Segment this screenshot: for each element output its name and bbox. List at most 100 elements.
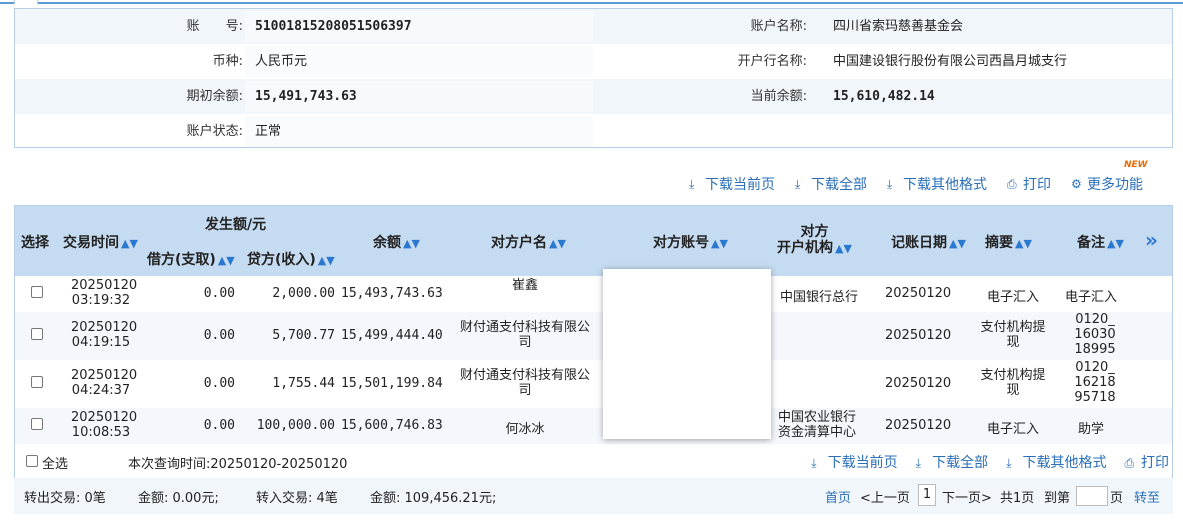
footer-download-other-button[interactable]: ⤓ 下载其他格式: [1006, 452, 1106, 472]
more-functions-button[interactable]: ⚙ 更多功能: [1071, 174, 1143, 194]
footer-toolbar: ⤓ 下载当前页 ⤓ 下载全部 ⤓ 下载其他格式 ⎙ 打印: [811, 452, 1169, 472]
download-other-label: 下载其他格式: [903, 177, 987, 193]
summary-bar: 转出交易: 0笔 金额: 0.00元; 转入交易: 4笔 金额: 109,456…: [14, 478, 1173, 514]
next-page-link[interactable]: 下一页>: [942, 487, 992, 506]
header-balance[interactable]: 余额 ▲▼: [373, 232, 420, 252]
redaction-box: [603, 269, 771, 439]
table-row[interactable]: 20250120 10:08:53 0.00 100,000.00 15,600,…: [15, 408, 1172, 444]
header-select: 选择: [21, 235, 49, 251]
table-row[interactable]: 20250120 04:24:37 0.00 1,755.44 15,501,19…: [15, 360, 1172, 408]
counterparty-name-line1: 崔鑫: [511, 278, 538, 293]
credit-amount: 2,000.00: [272, 286, 335, 301]
footer-download-all-button[interactable]: ⤓ 下载全部: [916, 452, 988, 472]
download-icon: ⤓: [795, 177, 801, 191]
bank-label: 开户行名称:: [737, 54, 807, 69]
header-time[interactable]: 交易时间 ▲▼: [63, 232, 138, 252]
page-unit: 页: [1110, 491, 1124, 506]
account-info-row: 期初余额: 15,491,743.63 当前余额: 15,610,482.14: [15, 79, 1172, 114]
transaction-time: 20250120 03:19:32: [71, 278, 137, 308]
balance-amount: 15,501,199.84: [341, 376, 443, 391]
sort-icon: ▲▼: [1015, 237, 1032, 250]
header-debit-label: 借方(支取): [147, 252, 216, 268]
debit-amount: 0.00: [203, 376, 235, 391]
download-other-button[interactable]: ⤓ 下载其他格式: [887, 174, 987, 194]
header-post-date[interactable]: 记账日期 ▲▼: [891, 232, 966, 252]
transaction-date: 20250120: [71, 368, 138, 383]
sort-icon: ▲▼: [835, 242, 852, 255]
total-pages: 共1页: [1000, 491, 1035, 506]
sort-icon: ▲▼: [1107, 237, 1124, 250]
remark-line3: 18995: [1074, 342, 1116, 357]
sort-icon: ▲▼: [403, 237, 420, 250]
transaction-time: 20250120 10:08:53: [71, 410, 137, 440]
select-all-label[interactable]: 全选: [42, 453, 68, 472]
opening-balance-label: 期初余额:: [186, 89, 243, 104]
counterparty-bank: 中国银行总行: [779, 290, 858, 305]
opening-balance: 15,491,743.63: [255, 89, 357, 104]
header-counterparty-bank-line1: 对方: [800, 224, 829, 240]
account-info-row: 币种: 人民币元 开户行名称: 中国建设银行股份有限公司西昌月城支行: [15, 44, 1172, 79]
header-counterparty-name[interactable]: 对方户名 ▲▼: [491, 232, 566, 252]
counterparty-name-line2: 司: [518, 383, 532, 398]
header-counterparty-account[interactable]: 对方账号 ▲▼: [653, 232, 728, 252]
debit-amount: 0.00: [203, 328, 235, 343]
footer-download-current-label: 下载当前页: [827, 455, 898, 471]
new-badge: NEW: [1124, 160, 1148, 170]
remark-line2: 16218: [1074, 375, 1116, 390]
header-credit[interactable]: 贷方(收入) ▲▼: [247, 249, 335, 269]
sort-icon: ▲▼: [711, 237, 728, 250]
post-date: 20250120: [885, 418, 952, 433]
sort-icon: ▲▼: [949, 237, 966, 250]
download-all-button[interactable]: ⤓ 下载全部: [795, 174, 867, 194]
download-current-button[interactable]: ⤓ 下载当前页: [689, 174, 775, 194]
row-checkbox[interactable]: [31, 418, 43, 430]
header-credit-label: 贷方(收入): [247, 252, 316, 268]
header-remark[interactable]: 备注 ▲▼: [1077, 232, 1124, 252]
out-amount: 金额: 0.00元;: [138, 491, 219, 506]
table-row[interactable]: 20250120 04:19:15 0.00 5,700.77 15,499,44…: [15, 312, 1172, 360]
remark-text: 电子汇入: [1064, 290, 1117, 305]
goto-label: 到第: [1044, 491, 1071, 506]
out-count: 转出交易: 0笔: [24, 491, 106, 506]
footer-download-current-button[interactable]: ⤓ 下载当前页: [811, 452, 897, 472]
counterparty-bank-line1: 中国农业银行: [777, 410, 856, 425]
header-remark-label: 备注: [1077, 235, 1105, 251]
in-amount: 金额: 109,456.21元;: [370, 491, 497, 506]
currency-label: 币种:: [212, 54, 243, 69]
post-date: 20250120: [885, 286, 952, 301]
status-label: 账户状态:: [186, 124, 243, 139]
summary-text: 电子汇入: [986, 422, 1039, 437]
counterparty-name-line1: 财付通支付科技有限公: [459, 368, 590, 383]
printer-icon: ⎙: [1124, 456, 1135, 470]
account-info-row: 账户状态: 正常: [15, 114, 1172, 149]
print-button[interactable]: ⎙ 打印: [1007, 174, 1051, 194]
row-checkbox[interactable]: [31, 376, 43, 388]
credit-amount: 1,755.44: [272, 376, 335, 391]
table-row[interactable]: 20250120 03:19:32 0.00 2,000.00 15,493,74…: [15, 276, 1172, 312]
footer-print-button[interactable]: ⎙ 打印: [1125, 452, 1169, 472]
sort-icon: ▲▼: [549, 237, 566, 250]
account-status: 正常: [255, 124, 282, 139]
balance-amount: 15,493,743.63: [341, 286, 443, 301]
download-icon: ⤓: [1006, 456, 1012, 470]
transaction-time: 20250120 04:19:15: [71, 320, 137, 350]
first-page-link[interactable]: 首页: [825, 487, 851, 506]
active-tab[interactable]: [14, 0, 38, 4]
account-no: 51001815208051506397: [255, 19, 412, 34]
row-checkbox[interactable]: [31, 286, 43, 298]
expand-columns-icon[interactable]: »: [1145, 228, 1158, 252]
transaction-clock: 10:08:53: [71, 425, 131, 440]
prev-page-link[interactable]: <上一页: [860, 487, 910, 506]
post-date: 20250120: [885, 328, 952, 343]
header-debit[interactable]: 借方(支取) ▲▼: [147, 249, 235, 269]
row-checkbox[interactable]: [31, 328, 43, 340]
header-summary[interactable]: 摘要 ▲▼: [985, 232, 1032, 252]
goto-button[interactable]: 转至: [1134, 487, 1160, 506]
summary-line2: 现: [1006, 383, 1020, 398]
header-counterparty-bank[interactable]: 对方 开户机构 ▲▼: [777, 224, 852, 257]
header-counterparty-name-label: 对方户名: [491, 235, 547, 251]
top-toolbar: ⤓ 下载当前页 ⤓ 下载全部 ⤓ 下载其他格式 ⎙ 打印 ⚙ 更多功能: [689, 174, 1143, 194]
download-icon: ⤓: [915, 456, 921, 470]
goto-page-input[interactable]: [1076, 486, 1108, 506]
select-all-checkbox[interactable]: [26, 455, 38, 467]
